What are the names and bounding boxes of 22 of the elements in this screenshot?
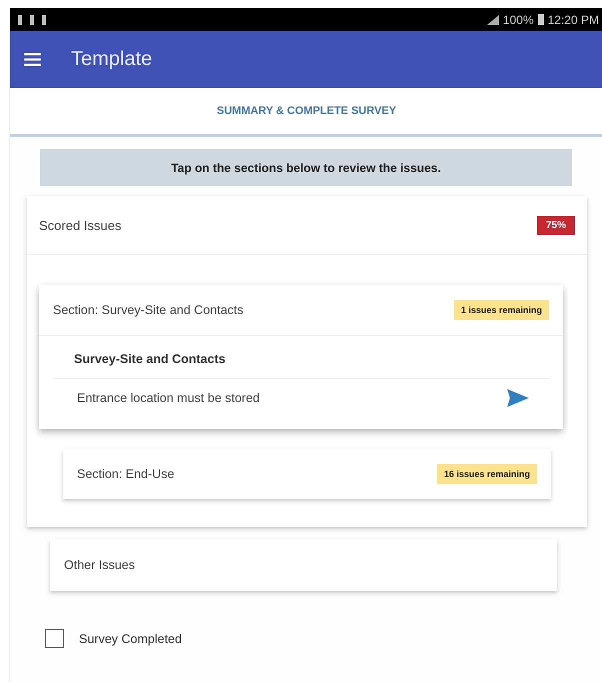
group-title: Survey-Site and Contacts (39, 335, 563, 378)
summary-tab[interactable]: SUMMARY & COMPLETE SURVEY (216, 105, 396, 117)
send-icon[interactable] (507, 389, 529, 407)
battery-level: 100% (502, 12, 534, 26)
section-title: Section: End-Use (77, 467, 174, 481)
issues-remaining-badge: 16 issues remaining (436, 464, 537, 484)
signal-icon (486, 14, 499, 24)
section-card[interactable]: Section: End-Use 16 issues remaining (63, 449, 551, 499)
other-issues-card[interactable]: Other Issues (50, 539, 557, 591)
section-card[interactable]: Section: Survey-Site and Contacts 1 issues remaining Survey-Site and Contacts Entrance location must be stored (39, 285, 563, 429)
info-banner: Tap on the sections below to review the issues. (40, 149, 572, 186)
checkbox[interactable] (45, 629, 64, 648)
issue-text: Entrance location must be stored (77, 391, 260, 405)
checkbox-label: Survey Completed (79, 632, 182, 646)
app-title: Template (71, 48, 152, 71)
scored-issues-header[interactable]: Scored Issues 75% (27, 196, 587, 255)
menu-icon[interactable] (24, 53, 41, 66)
clock: 12:20 PM (548, 12, 599, 26)
battery-icon (538, 14, 544, 25)
score-badge: 75% (536, 216, 575, 234)
section-title: Section: Survey-Site and Contacts (53, 303, 244, 317)
issues-remaining-badge: 1 issues remaining (454, 300, 549, 320)
